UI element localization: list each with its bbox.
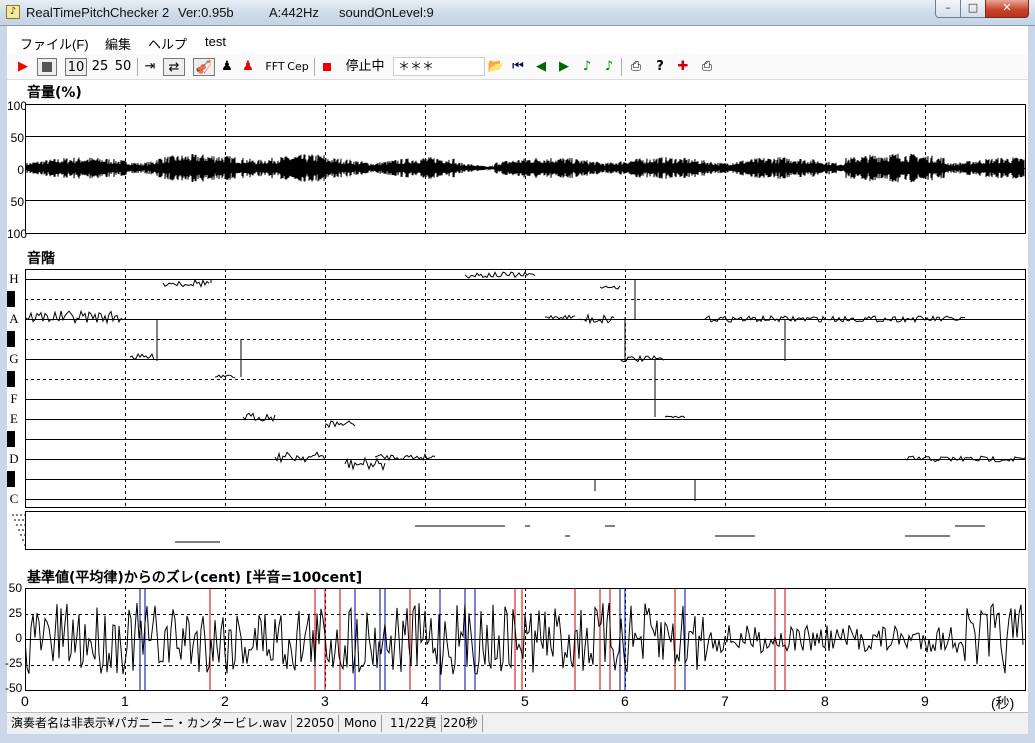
cep-button[interactable]: Cep: [287, 58, 309, 76]
status-bar: 演奏者名は非表示¥パガニーニ・カンタービレ.wav 22050 Mono 11/…: [7, 712, 1028, 734]
x-axis-label: 4: [421, 693, 429, 709]
volume-y-label: 100: [7, 227, 28, 241]
marks-frame: [25, 511, 1026, 550]
marker-icon[interactable]: ✚: [675, 58, 691, 76]
volume-title: 音量(%): [27, 85, 82, 101]
speed-50-button[interactable]: 50: [113, 58, 133, 76]
scale-title: 音階: [27, 251, 55, 267]
note-label-g: G: [9, 351, 19, 366]
version-label: Ver:0.95b: [178, 5, 234, 20]
repeat-icon[interactable]: ⇄: [163, 58, 185, 76]
x-axis-label: 3: [321, 693, 329, 709]
menu-test[interactable]: test: [205, 34, 226, 49]
note-display: ＊＊＊: [393, 57, 485, 76]
record-stop-icon[interactable]: [320, 58, 334, 76]
x-axis-label: 9: [921, 693, 929, 709]
x-axis-label: 7: [721, 693, 729, 709]
cent-y-label: -50: [5, 681, 23, 695]
volume-y-label: 0: [17, 163, 24, 177]
status-file: 演奏者名は非表示¥パガニーニ・カンタービレ.wav: [7, 715, 292, 732]
toolbar-separator: [137, 58, 138, 76]
player-red-icon[interactable]: ♟: [240, 58, 256, 76]
maximize-button[interactable]: □: [960, 0, 986, 18]
window-frame-bottom: [7, 734, 1028, 743]
volume-y-label: 100: [7, 99, 28, 113]
jump-to-end-icon[interactable]: ⇥: [142, 58, 158, 76]
state-label: 停止中: [345, 59, 385, 74]
pitch-scale-chart: [25, 269, 1026, 508]
note-alt-icon[interactable]: ♪: [601, 58, 617, 76]
play-icon[interactable]: ▶: [16, 58, 30, 76]
note-label-h: H: [9, 271, 19, 286]
volume-y-label: 50: [10, 131, 24, 145]
status-duration: 220秒: [439, 715, 483, 732]
close-button[interactable]: ✕: [985, 0, 1029, 18]
printer-icon[interactable]: ⎙: [698, 58, 716, 76]
black-key: [7, 431, 15, 447]
status-channels: Mono: [340, 715, 382, 732]
menu-bar: ファイル(F) 編集 ヘルプ test: [7, 28, 1028, 54]
title-bar: ♪ RealTimePitchChecker 2 Ver:0.95b A:442…: [0, 0, 1035, 26]
toolbar: ▶ 10 25 50 ⇥ ⇄ 🎻 ♟ ♟ FFT Cep 停止中 ＊＊＊ 📂 ⏮…: [7, 54, 1028, 80]
x-axis-label: 0: [21, 693, 29, 709]
black-key: [7, 471, 15, 487]
window-frame-right: [1028, 26, 1035, 743]
note-marks-strip: [12, 511, 1026, 550]
x-axis-label: 6: [621, 693, 629, 709]
cent-y-label: 25: [8, 606, 22, 620]
status-rate: 22050: [292, 715, 340, 732]
note-label-e: E: [10, 411, 18, 426]
speed-25-button[interactable]: 25: [90, 58, 110, 76]
fft-button[interactable]: FFT: [262, 58, 288, 76]
help-icon[interactable]: ?: [652, 58, 668, 76]
black-key: [7, 331, 15, 347]
stop-icon: [42, 62, 52, 72]
volume-y-label: 50: [10, 195, 24, 209]
client-area: ファイル(F) 編集 ヘルプ test ▶ 10 25 50 ⇥ ⇄ 🎻 ♟ ♟…: [5, 26, 1028, 743]
note-label-c: C: [9, 491, 19, 506]
x-axis-label: 2: [221, 693, 229, 709]
cent-y-label: 50: [8, 581, 22, 595]
app-name: RealTimePitchChecker 2: [26, 5, 170, 20]
note-label-f: F: [10, 391, 18, 406]
x-axis-label: 8: [821, 693, 829, 709]
minimize-button[interactable]: –: [935, 0, 961, 18]
app-icon: ♪: [6, 5, 20, 19]
speed-10-button[interactable]: 10: [65, 58, 87, 76]
black-key: [7, 371, 15, 387]
black-key: [7, 291, 15, 307]
cent-y-label: 0: [15, 631, 22, 645]
menu-help[interactable]: ヘルプ: [148, 34, 187, 53]
sound-level-label: soundOnLevel:9: [339, 5, 434, 20]
tuning-label: A:442Hz: [269, 5, 319, 20]
player-icon[interactable]: ♟: [219, 58, 235, 76]
menu-edit[interactable]: 編集: [105, 34, 131, 53]
toolbar-separator: [314, 58, 315, 76]
volume-waveform-chart: [25, 104, 1026, 234]
toolbar-separator: [621, 58, 622, 76]
note-icon[interactable]: ♪: [579, 58, 595, 76]
cent-y-label: -25: [5, 656, 23, 670]
skip-start-icon[interactable]: ⏮: [510, 58, 526, 76]
note-label-a: A: [9, 311, 19, 326]
status-page: 11/22頁: [386, 715, 442, 732]
x-axis-label: 1: [121, 693, 129, 709]
step-forward-icon[interactable]: ▶: [556, 58, 572, 76]
cent-title: 基準値(平均律)からのズレ(cent) [半音=100cent]: [27, 570, 363, 586]
x-axis-label: 5: [521, 693, 529, 709]
note-label-d: D: [9, 451, 19, 466]
stop-button[interactable]: [37, 58, 57, 76]
step-back-icon[interactable]: ◀: [533, 58, 549, 76]
print-icon[interactable]: ⎙: [627, 58, 645, 76]
menu-file[interactable]: ファイル(F): [20, 34, 89, 53]
violin-icon[interactable]: 🎻: [193, 58, 215, 76]
open-folder-icon[interactable]: 📂: [487, 58, 505, 76]
x-axis-unit: (秒): [991, 695, 1015, 711]
cent-deviation-chart: [25, 588, 1026, 691]
window-controls: – □ ✕: [935, 0, 1029, 19]
